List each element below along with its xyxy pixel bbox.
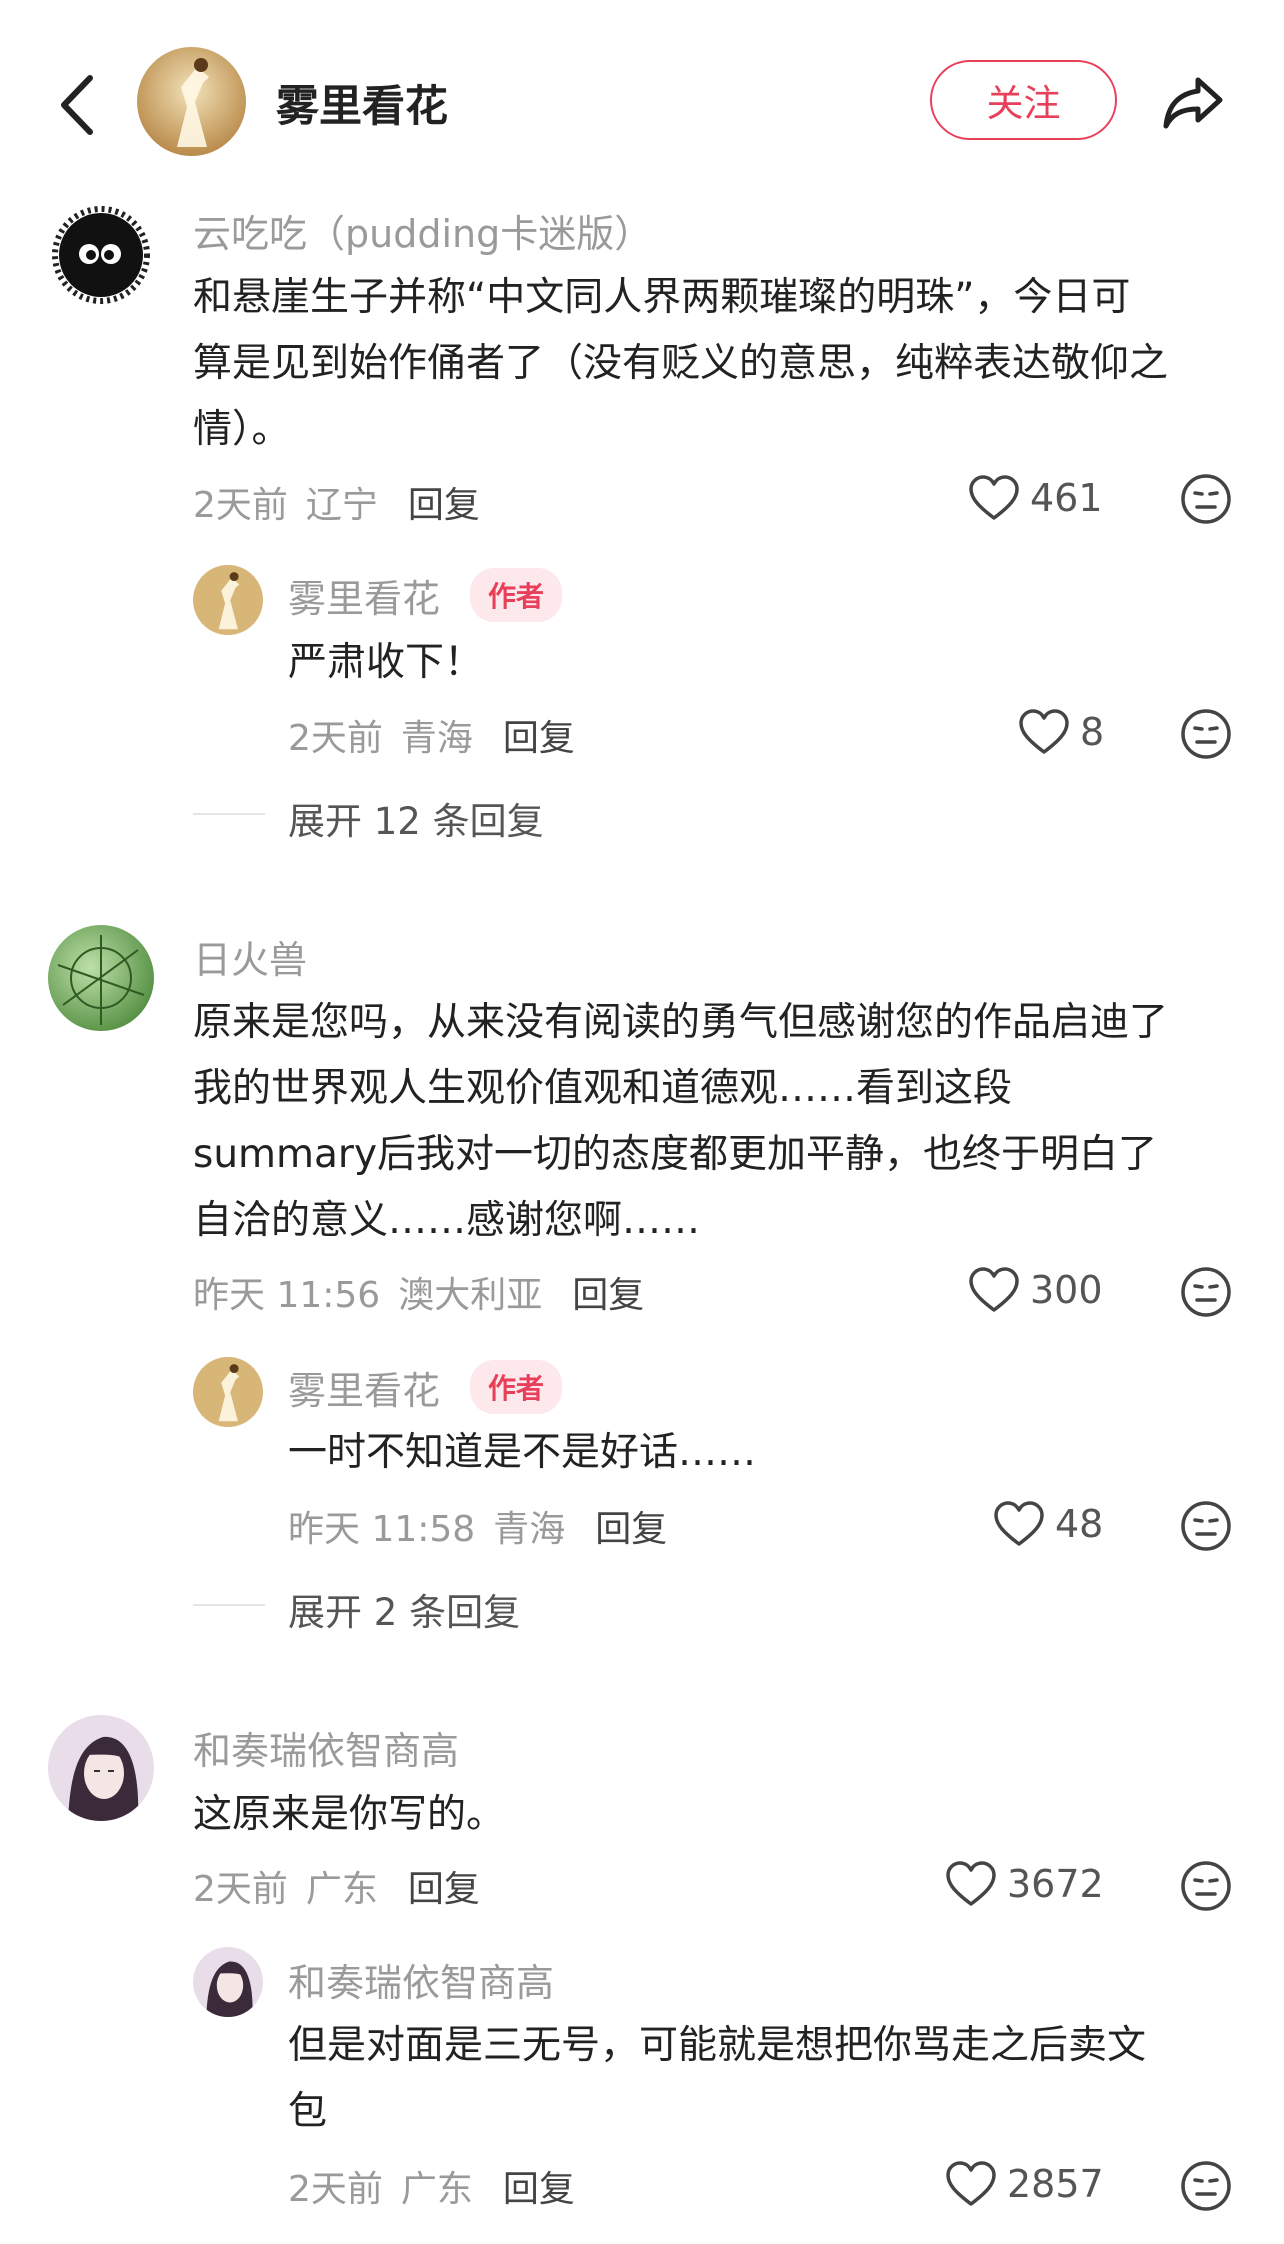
comment-meta: 2天前 广东 回复 — [193, 1860, 480, 1912]
reply-button[interactable]: 回复 — [408, 1869, 480, 1910]
commenter-name[interactable]: 云吃吃（pudding卡迷版） — [193, 203, 652, 258]
expand-divider — [193, 1604, 265, 1606]
heart-icon — [1019, 709, 1069, 754]
like-count: 8 — [1080, 710, 1105, 754]
reply-button[interactable]: 回复 — [408, 485, 480, 526]
reply-avatar[interactable] — [193, 1947, 263, 2017]
like-button[interactable]: 300 — [968, 1266, 1103, 1314]
comment-text: 和悬崖生子并称“中文同人界两颗璀璨的明珠”，今日可 算是见到始作俑者了（没有贬义… — [193, 275, 1169, 452]
neutral-face-icon — [1181, 1267, 1231, 1317]
dislike-button[interactable] — [1180, 1860, 1232, 1912]
commenter-avatar[interactable] — [48, 925, 154, 1031]
like-count: 48 — [1055, 1502, 1104, 1546]
neutral-face-icon — [1181, 2161, 1231, 2211]
comment-text: 原来是您吗，从来没有阅读的勇气但感谢您的作品启迪了 我的世界观人生观价值观和道德… — [193, 1000, 1169, 1243]
like-button[interactable]: 3672 — [945, 1860, 1104, 1908]
neutral-face-icon — [1181, 709, 1231, 759]
comment-time: 2天前 — [193, 485, 288, 526]
reply-button[interactable]: 回复 — [595, 1509, 667, 1550]
reply-meta: 2天前 广东 回复 — [288, 2160, 575, 2212]
back-arrow-icon — [61, 75, 93, 135]
comment-text: 这原来是你写的。 — [193, 1792, 506, 1837]
reply-author-name[interactable]: 雾里看花 — [288, 1360, 440, 1415]
reply-button[interactable]: 回复 — [503, 718, 575, 759]
reply-author-name[interactable]: 雾里看花 — [288, 568, 440, 623]
comment-meta: 昨天 11:56 澳大利亚 回复 — [193, 1266, 644, 1318]
heart-icon — [969, 1267, 1019, 1312]
page-title: 雾里看花 — [276, 82, 448, 132]
share-icon — [1163, 77, 1223, 129]
heart-icon — [946, 2161, 996, 2206]
reply-button[interactable]: 回复 — [503, 2169, 575, 2210]
like-count: 300 — [1030, 1268, 1103, 1312]
back-button[interactable] — [50, 70, 106, 140]
reply-region: 广东 — [400, 2169, 473, 2210]
expand-replies-button[interactable]: 展开 12 条回复 — [288, 791, 544, 845]
share-button[interactable] — [1160, 70, 1226, 136]
comment-region: 辽宁 — [305, 485, 378, 526]
reply-avatar[interactable] — [193, 565, 263, 635]
reply-meta: 2天前 青海 回复 — [288, 709, 575, 761]
comment-time: 2天前 — [193, 1869, 288, 1910]
neutral-face-icon — [1181, 1861, 1231, 1911]
like-count: 461 — [1030, 476, 1103, 520]
reply-time: 2天前 — [288, 718, 383, 759]
follow-button[interactable]: 关注 — [930, 60, 1117, 140]
like-button[interactable]: 8 — [1018, 708, 1104, 756]
neutral-face-icon — [1181, 474, 1231, 524]
reply-time: 2天前 — [288, 2169, 383, 2210]
heart-icon — [969, 475, 1019, 520]
reply-avatar[interactable] — [193, 1357, 263, 1427]
expand-divider — [193, 813, 265, 815]
comment-meta: 2天前 辽宁 回复 — [193, 476, 480, 528]
neutral-face-icon — [1181, 1501, 1231, 1551]
dislike-button[interactable] — [1180, 1266, 1232, 1318]
reply-region: 青海 — [400, 718, 473, 759]
author-avatar[interactable] — [137, 47, 246, 156]
dislike-button[interactable] — [1180, 708, 1232, 760]
like-button[interactable]: 461 — [968, 474, 1103, 522]
reply-text: 严肃收下！ — [288, 640, 484, 685]
comment-region: 澳大利亚 — [398, 1275, 543, 1316]
commenter-avatar[interactable] — [48, 202, 154, 308]
commenter-avatar[interactable] — [48, 1715, 154, 1821]
heart-icon — [994, 1501, 1044, 1546]
expand-replies-button[interactable]: 展开 2 条回复 — [288, 1582, 520, 1636]
reply-region: 青海 — [493, 1509, 566, 1550]
reply-time: 昨天 11:58 — [288, 1509, 476, 1550]
dislike-button[interactable] — [1180, 2160, 1232, 2212]
reply-meta: 昨天 11:58 青海 回复 — [288, 1500, 667, 1552]
like-button[interactable]: 48 — [993, 1500, 1103, 1548]
reply-author-name[interactable]: 和奏瑞依智商高 — [288, 1952, 554, 2007]
like-count: 3672 — [1007, 1862, 1104, 1906]
like-count: 2857 — [1007, 2162, 1104, 2206]
dislike-button[interactable] — [1180, 473, 1232, 525]
like-button[interactable]: 2857 — [945, 2160, 1104, 2208]
reply-text: 一时不知道是不是好话…… — [288, 1430, 757, 1475]
comment-time: 昨天 11:56 — [193, 1275, 381, 1316]
reply-button[interactable]: 回复 — [572, 1275, 644, 1316]
comment-region: 广东 — [305, 1869, 378, 1910]
commenter-name[interactable]: 和奏瑞依智商高 — [193, 1720, 459, 1775]
heart-icon — [946, 1861, 996, 1906]
reply-text: 但是对面是三无号，可能就是想把你骂走之后卖文 包 — [288, 2023, 1147, 2134]
author-badge: 作者 — [470, 1360, 563, 1414]
dislike-button[interactable] — [1180, 1500, 1232, 1552]
commenter-name[interactable]: 日火兽 — [193, 929, 307, 984]
author-badge: 作者 — [470, 568, 563, 622]
